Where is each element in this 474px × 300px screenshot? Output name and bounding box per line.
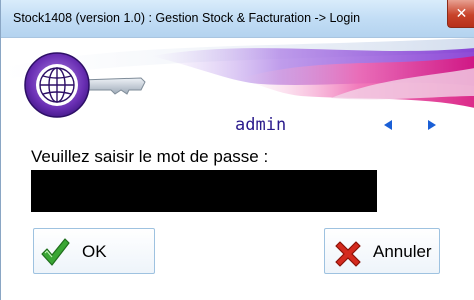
title-bar[interactable]: Stock1408 (version 1.0) : Gestion Stock … (1, 0, 474, 38)
green-check-icon (41, 238, 70, 266)
red-x-icon (335, 241, 361, 267)
arrow-right-icon[interactable] (425, 118, 439, 132)
password-prompt: Veuillez saisir le mot de passe : (31, 147, 269, 166)
ok-button[interactable]: OK (33, 228, 155, 274)
window-title: Stock1408 (version 1.0) : Gestion Stock … (13, 11, 361, 25)
close-icon: ✕ (455, 5, 468, 21)
arrow-left-icon[interactable] (381, 118, 395, 132)
globe-key-icon (24, 52, 146, 118)
ok-button-label: OK (82, 242, 107, 261)
cancel-button[interactable]: Annuler (324, 228, 440, 274)
login-window: Stock1408 (version 1.0) : Gestion Stock … (0, 0, 474, 300)
close-button[interactable]: ✕ (447, 0, 474, 28)
password-field[interactable] (31, 170, 377, 212)
cancel-button-label: Annuler (373, 242, 432, 261)
username-label: admin (235, 115, 287, 135)
